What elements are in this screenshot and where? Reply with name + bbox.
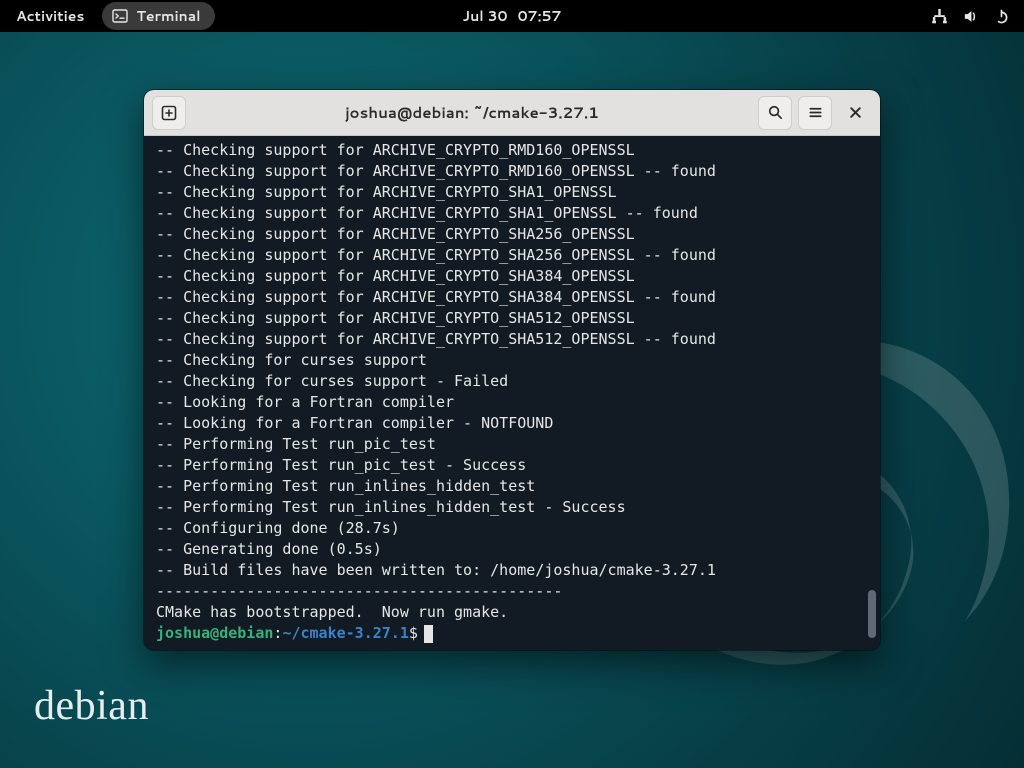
terminal-cursor	[424, 625, 433, 643]
prompt-separator: :	[273, 623, 282, 644]
terminal-icon	[112, 8, 128, 24]
terminal-window: joshua@debian: ~/cmake-3.27.1	[144, 90, 880, 650]
clock[interactable]: Jul 30 07:57	[463, 6, 562, 26]
network-icon[interactable]	[931, 8, 948, 25]
volume-icon[interactable]	[962, 8, 979, 25]
close-button[interactable]	[838, 96, 872, 130]
active-app-pill[interactable]: Terminal	[102, 2, 214, 30]
window-titlebar[interactable]: joshua@debian: ~/cmake-3.27.1	[144, 90, 880, 136]
activities-button[interactable]: Activities	[8, 3, 92, 29]
prompt-path: ~/cmake-3.27.1	[282, 623, 408, 644]
active-app-name: Terminal	[136, 6, 200, 26]
terminal-scrollbar[interactable]	[867, 136, 877, 650]
clock-time: 07:57	[518, 6, 562, 26]
terminal-output: -- Checking support for ARCHIVE_CRYPTO_R…	[156, 140, 868, 623]
window-title: joshua@debian: ~/cmake-3.27.1	[192, 102, 752, 123]
terminal-prompt[interactable]: joshua@debian : ~/cmake-3.27.1 $	[156, 623, 868, 644]
gnome-top-bar: Activities Terminal Jul 30 07:57	[0, 0, 1024, 32]
clock-date: Jul 30	[463, 6, 508, 26]
power-icon[interactable]	[993, 8, 1010, 25]
prompt-user-host: joshua@debian	[156, 623, 273, 644]
debian-wordmark: debian	[34, 682, 149, 730]
new-tab-button[interactable]	[152, 96, 186, 130]
terminal-viewport[interactable]: -- Checking support for ARCHIVE_CRYPTO_R…	[144, 136, 880, 650]
prompt-symbol: $	[409, 623, 418, 644]
hamburger-menu-button[interactable]	[798, 96, 832, 130]
search-button[interactable]	[758, 96, 792, 130]
scrollbar-thumb[interactable]	[868, 590, 876, 638]
